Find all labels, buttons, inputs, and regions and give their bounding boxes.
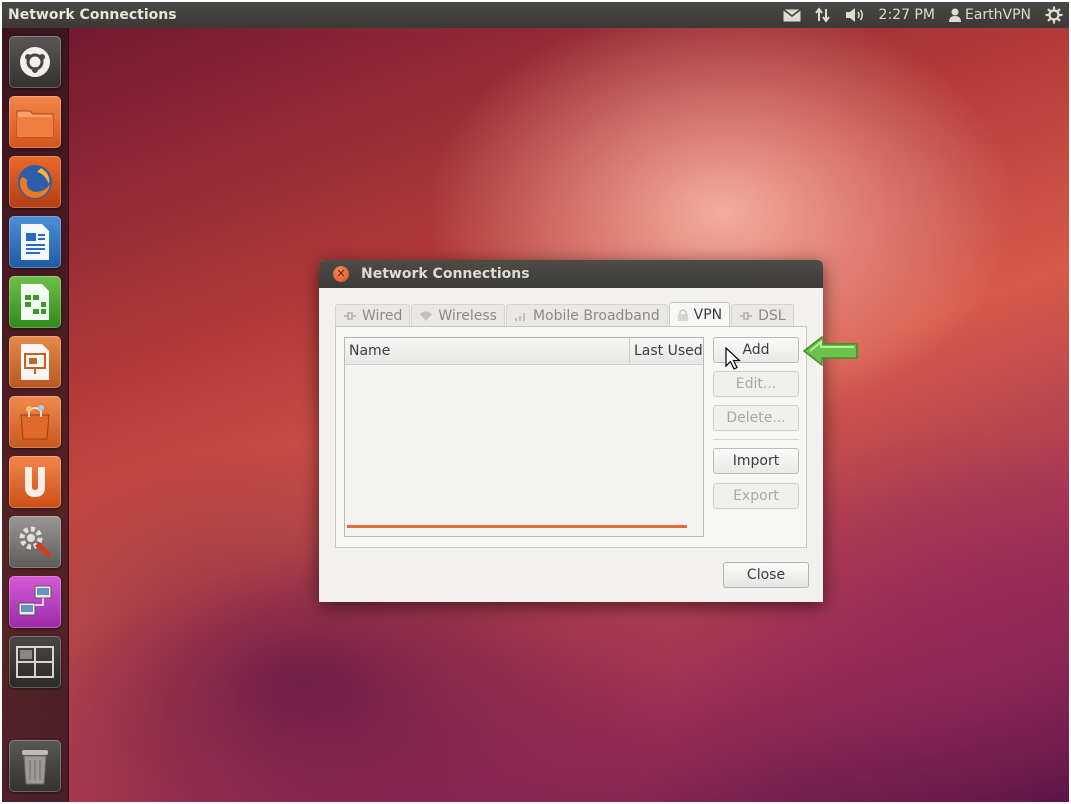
- edit-button[interactable]: Edit...: [713, 371, 799, 397]
- workspaces-icon: [16, 646, 54, 678]
- shopping-bag-icon: [20, 405, 50, 440]
- export-button[interactable]: Export: [713, 483, 799, 509]
- wired-icon: [344, 311, 356, 320]
- launcher-item-network-connections[interactable]: [9, 576, 61, 628]
- tab-label: Wireless: [438, 307, 497, 324]
- launcher-item-system-settings[interactable]: [9, 516, 61, 568]
- mail-icon[interactable]: [782, 8, 801, 22]
- launcher-item-dash-home[interactable]: [9, 36, 61, 88]
- libreoffice-calc-icon: [21, 284, 49, 320]
- tab-dsl[interactable]: DSL: [731, 304, 794, 326]
- indicator-area: 2:27 PM EarthVPN: [782, 6, 1063, 24]
- launcher-item-firefox[interactable]: [9, 156, 61, 208]
- clock[interactable]: 2:27 PM: [879, 7, 935, 23]
- top-panel: Network Connections 2:27 PM EarthVPN: [2, 2, 1069, 28]
- session-gear-icon[interactable]: [1045, 6, 1063, 24]
- launcher: [2, 28, 69, 802]
- tab-label: Mobile Broadband: [532, 307, 660, 324]
- signal-bars-icon: [514, 312, 525, 321]
- volume-icon[interactable]: [845, 7, 865, 23]
- import-button[interactable]: Import: [713, 448, 799, 474]
- dialog-titlebar[interactable]: ✕ Network Connections: [319, 260, 823, 288]
- user-icon: [948, 8, 961, 22]
- delete-button[interactable]: Delete...: [713, 405, 799, 431]
- highlight-arrow-icon: [802, 335, 858, 367]
- tab-wireless[interactable]: Wireless: [411, 304, 505, 326]
- launcher-item-impress[interactable]: [9, 336, 61, 388]
- ubuntu-one-icon: [25, 467, 45, 497]
- launcher-item-ubuntu-one[interactable]: [9, 456, 61, 508]
- tab-label: DSL: [758, 307, 786, 324]
- launcher-item-files[interactable]: [9, 96, 61, 148]
- dsl-icon: [740, 311, 753, 320]
- tab-label: VPN: [693, 306, 723, 323]
- launcher-item-software-center[interactable]: [9, 396, 61, 448]
- libreoffice-writer-icon: [21, 224, 49, 260]
- dialog-title: Network Connections: [361, 266, 530, 282]
- launcher-item-trash[interactable]: [9, 740, 61, 792]
- user-name: EarthVPN: [964, 7, 1031, 23]
- lock-icon: [677, 308, 688, 321]
- folder-icon: [16, 110, 54, 138]
- network-connections-dialog: ✕ Network Connections Wired Wireless Mob…: [319, 260, 823, 602]
- column-header-last-used[interactable]: Last Used: [630, 338, 703, 364]
- window-close-icon[interactable]: ✕: [333, 266, 349, 282]
- tab-mobile-broadband[interactable]: Mobile Broadband: [505, 304, 668, 326]
- button-separator: [713, 439, 799, 440]
- user-menu[interactable]: EarthVPN: [948, 7, 1031, 23]
- column-header-name[interactable]: Name: [345, 338, 630, 364]
- active-app-title: Network Connections: [8, 7, 177, 23]
- network-icon: [18, 585, 52, 616]
- list-scroll-indicator: [347, 525, 687, 528]
- tab-vpn[interactable]: VPN: [668, 302, 731, 326]
- close-button[interactable]: Close: [723, 562, 809, 588]
- list-header: Name Last Used: [345, 338, 703, 365]
- ubuntu-logo-icon: [20, 47, 50, 77]
- launcher-item-writer[interactable]: [9, 216, 61, 268]
- launcher-item-calc[interactable]: [9, 276, 61, 328]
- launcher-item-workspace-switcher[interactable]: [9, 636, 61, 688]
- firefox-icon: [18, 165, 52, 199]
- libreoffice-impress-icon: [21, 344, 49, 380]
- tab-wired[interactable]: Wired: [335, 304, 411, 326]
- network-transfer-icon[interactable]: [814, 7, 831, 23]
- settings-tools-icon: [19, 526, 52, 558]
- connection-type-tabs: Wired Wireless Mobile Broadband VPN DSL: [335, 302, 795, 326]
- mouse-pointer-icon: [725, 347, 741, 370]
- connections-list[interactable]: Name Last Used: [344, 337, 704, 537]
- wireless-icon: [420, 311, 433, 321]
- tab-label: Wired: [362, 307, 403, 324]
- trash-icon: [22, 750, 48, 785]
- desktop: Network Connections 2:27 PM EarthVPN ✕ N…: [2, 2, 1069, 802]
